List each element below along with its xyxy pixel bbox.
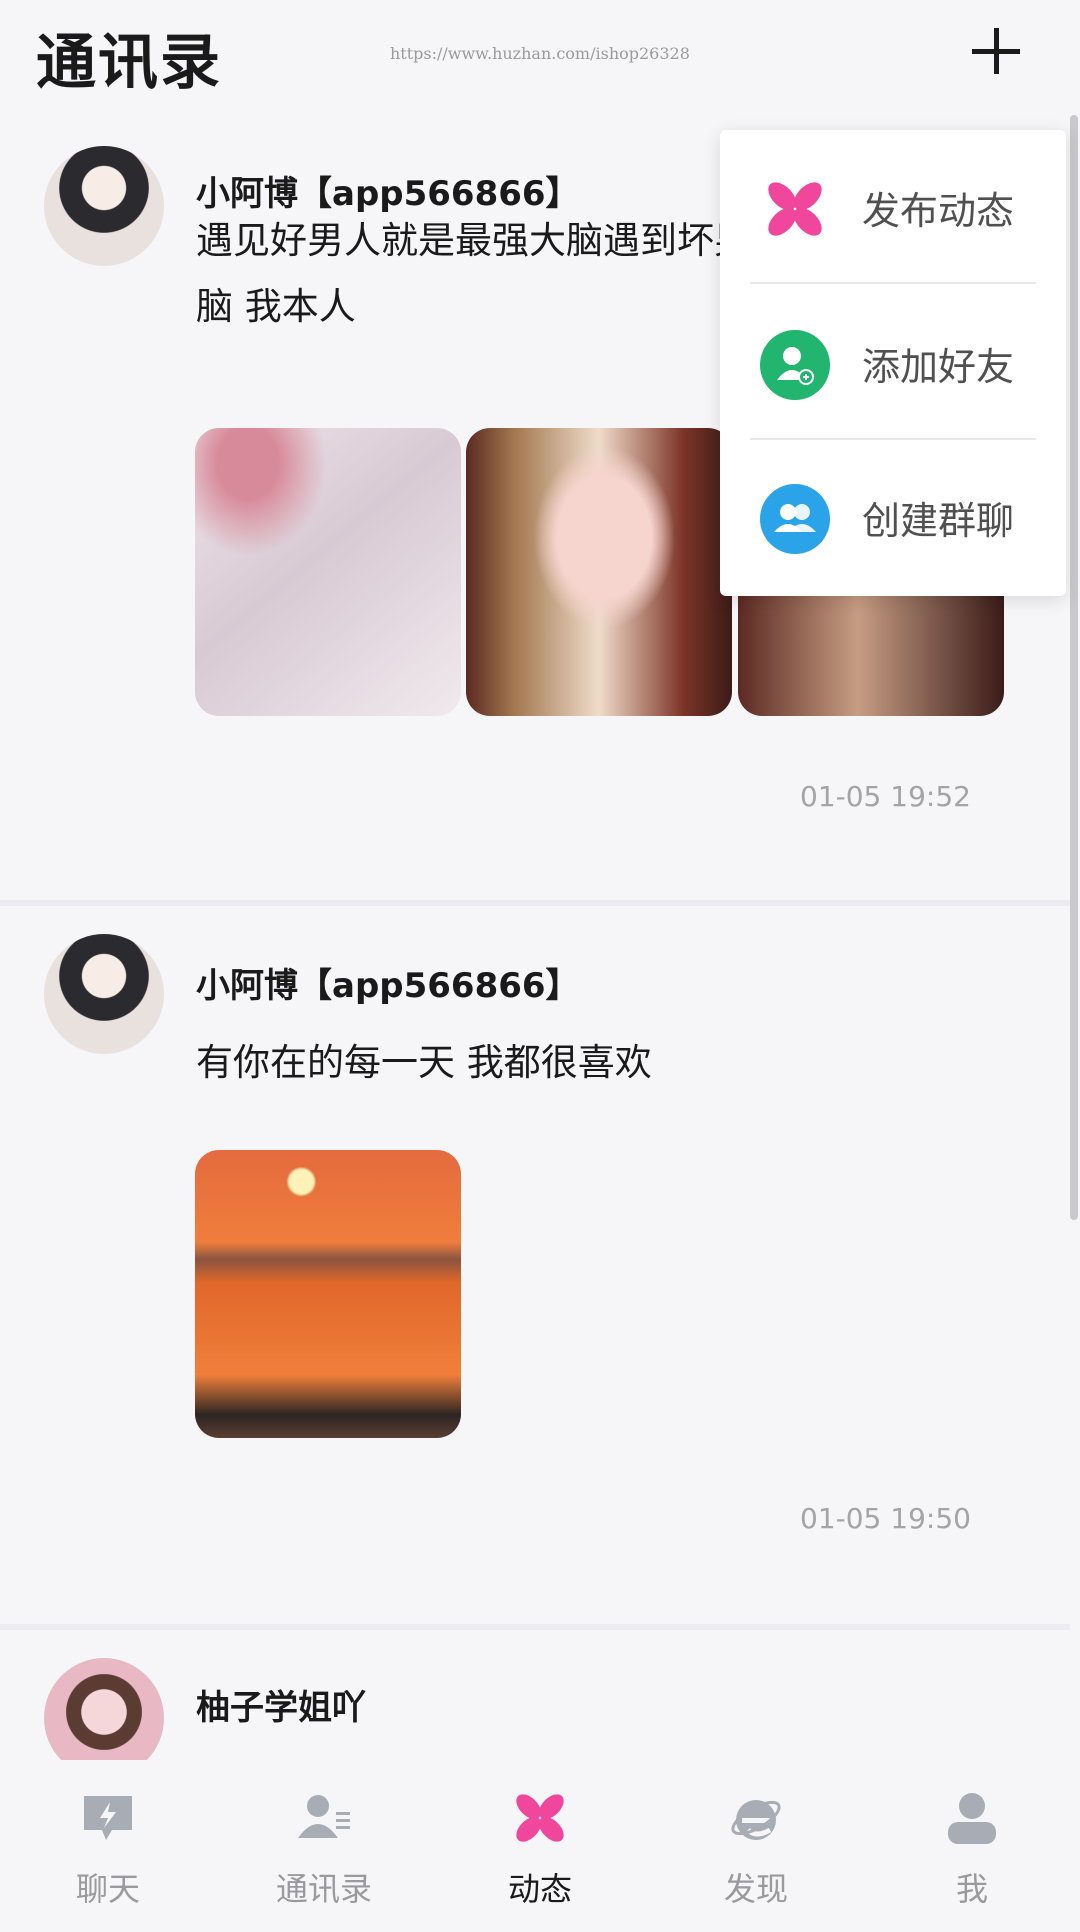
menu-item-label: 发布动态 bbox=[862, 189, 1015, 233]
post-item[interactable]: 小阿博【app566866】 有你在的每一天 我都很喜欢 01-05 19:50 bbox=[0, 906, 1070, 1624]
post-photo[interactable] bbox=[466, 428, 732, 716]
avatar[interactable] bbox=[44, 934, 164, 1054]
tab-label: 通讯录 bbox=[275, 1870, 372, 1908]
add-friend-icon bbox=[760, 330, 830, 400]
page-title: 通讯录 bbox=[36, 28, 222, 98]
tab-discover[interactable]: 发现 bbox=[648, 1760, 864, 1932]
tab-moments[interactable]: 动态 bbox=[432, 1760, 648, 1932]
header: 通讯录 https://www.huzhan.com/ishop26328 bbox=[0, 0, 1080, 110]
post-photo[interactable] bbox=[195, 1150, 461, 1438]
post-author[interactable]: 柚子学姐吖 bbox=[196, 1680, 366, 1729]
plus-icon[interactable] bbox=[968, 24, 1024, 80]
divider bbox=[750, 282, 1036, 284]
tab-contacts[interactable]: 通讯录 bbox=[216, 1760, 432, 1932]
post-timestamp: 01-05 19:50 bbox=[800, 1502, 971, 1535]
tab-chat[interactable]: 聊天 bbox=[0, 1760, 216, 1932]
post-photo[interactable] bbox=[195, 428, 461, 716]
post-text: 有你在的每一天 我都很喜欢 bbox=[196, 1041, 652, 1084]
tab-label: 我 bbox=[955, 1870, 988, 1908]
contacts-icon bbox=[294, 1788, 354, 1848]
menu-item-create-group[interactable]: 创建群聊 bbox=[720, 440, 1066, 590]
tab-me[interactable]: 我 bbox=[864, 1760, 1080, 1932]
watermark: https://www.huzhan.com/ishop26328 bbox=[390, 44, 690, 63]
pinwheel-icon bbox=[510, 1788, 570, 1848]
post-author[interactable]: 小阿博【app566866】 bbox=[196, 958, 580, 1007]
post-timestamp: 01-05 19:52 bbox=[800, 780, 971, 813]
profile-icon bbox=[942, 1788, 1002, 1848]
menu-item-label: 添加好友 bbox=[862, 345, 1015, 389]
pinwheel-icon bbox=[760, 174, 830, 244]
menu-item-label: 创建群聊 bbox=[862, 499, 1015, 543]
avatar[interactable] bbox=[44, 146, 164, 266]
tab-label: 聊天 bbox=[75, 1870, 140, 1908]
tab-label: 发现 bbox=[723, 1870, 788, 1908]
chat-icon bbox=[78, 1788, 138, 1848]
bottom-tab-bar: 聊天 通讯录 动态 发现 我 bbox=[0, 1760, 1080, 1932]
dropdown-menu: 发布动态 添加好友 创建群聊 bbox=[720, 130, 1066, 596]
tab-label: 动态 bbox=[507, 1870, 572, 1908]
discover-icon bbox=[726, 1788, 786, 1848]
menu-item-add-friend[interactable]: 添加好友 bbox=[720, 286, 1066, 436]
group-chat-icon bbox=[760, 484, 830, 554]
scrollbar[interactable] bbox=[1070, 115, 1078, 1220]
menu-item-publish[interactable]: 发布动态 bbox=[720, 130, 1066, 280]
post-item[interactable]: 柚子学姐吖 bbox=[0, 1630, 1070, 1778]
